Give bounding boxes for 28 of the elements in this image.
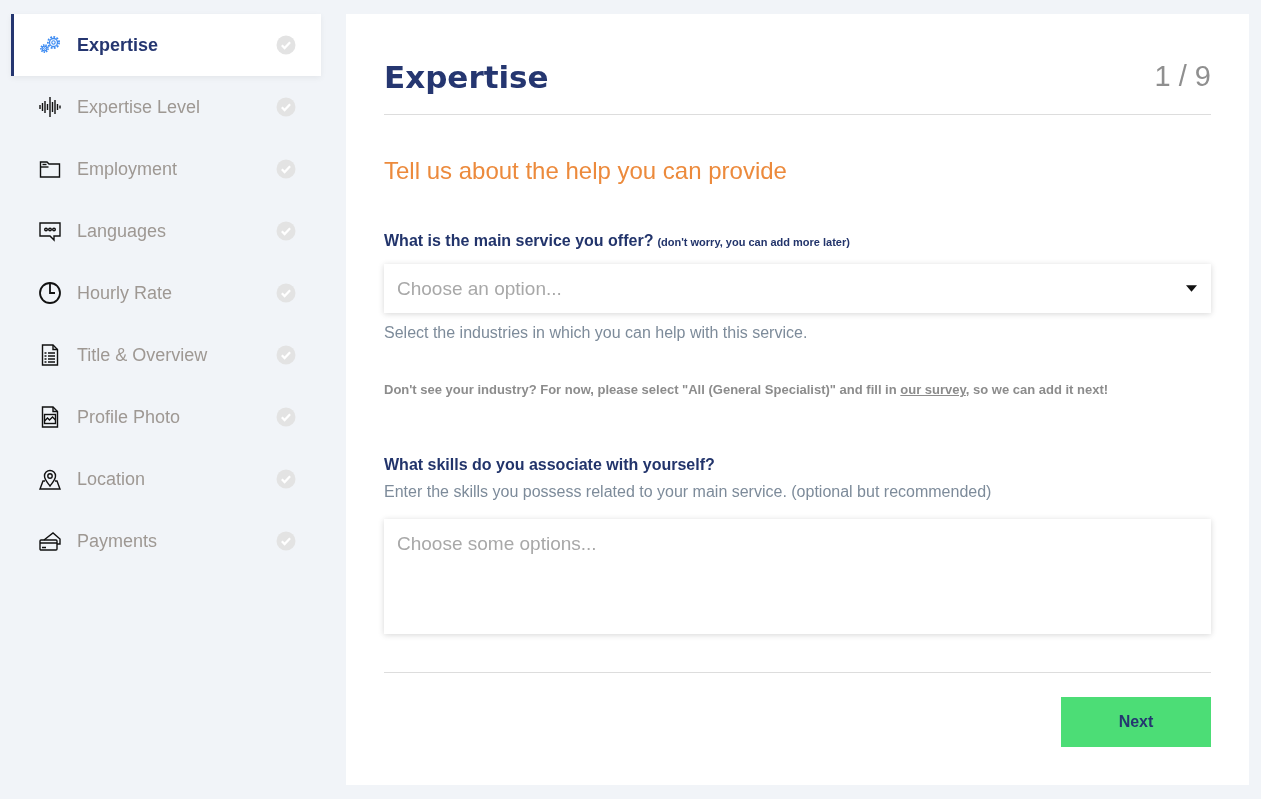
map-pin-icon	[38, 467, 62, 491]
question-note: (don't worry, you can add more later)	[657, 234, 850, 250]
caret-icon	[1186, 285, 1197, 293]
service-help-text: Select the industries in which you can help with this service.	[384, 323, 809, 344]
clock-icon	[38, 281, 62, 305]
credit-card-icon	[38, 529, 62, 553]
sidebar-item[interactable]: Payments	[11, 510, 321, 572]
sidebar-item[interactable]: Expertise Level	[11, 76, 321, 138]
service-dropdown[interactable]: Choose an option...	[384, 263, 1211, 314]
skills-hint: Enter the skills you possess related to your main service. (optional but recommended)	[384, 482, 993, 503]
service-question: What is the main service you offer?	[384, 230, 654, 251]
sidebar-item[interactable]: Title & Overview	[11, 324, 321, 386]
sidebar-item[interactable]: Languages	[11, 200, 321, 262]
page-title: Expertise	[384, 58, 549, 95]
skills-question: What skills do you associate with yourself?	[384, 455, 716, 476]
chat-bubble-icon	[38, 219, 62, 243]
sidebar-item[interactable]: Expertise	[11, 14, 321, 76]
sound-wave-icon	[38, 95, 62, 119]
sidebar-item[interactable]: Location	[11, 448, 321, 510]
industry-notice: Don't see your industry? For now, please select "All (General Specialist)" and fill in our survey, so we can add it next!	[384, 381, 1110, 400]
section-subtitle: Tell us about the help you can provide	[384, 155, 788, 186]
next-button[interactable]: Next	[1061, 697, 1211, 747]
step-counter: 1 / 9	[1154, 60, 1211, 94]
sidebar-item[interactable]: Hourly Rate	[11, 262, 321, 324]
sidebar-item[interactable]: Employment	[11, 138, 321, 200]
sidebar-item[interactable]: Profile Photo	[11, 386, 321, 448]
skills-field[interactable]: Choose some options...	[384, 519, 1211, 634]
survey-link[interactable]: our survey	[900, 382, 966, 398]
